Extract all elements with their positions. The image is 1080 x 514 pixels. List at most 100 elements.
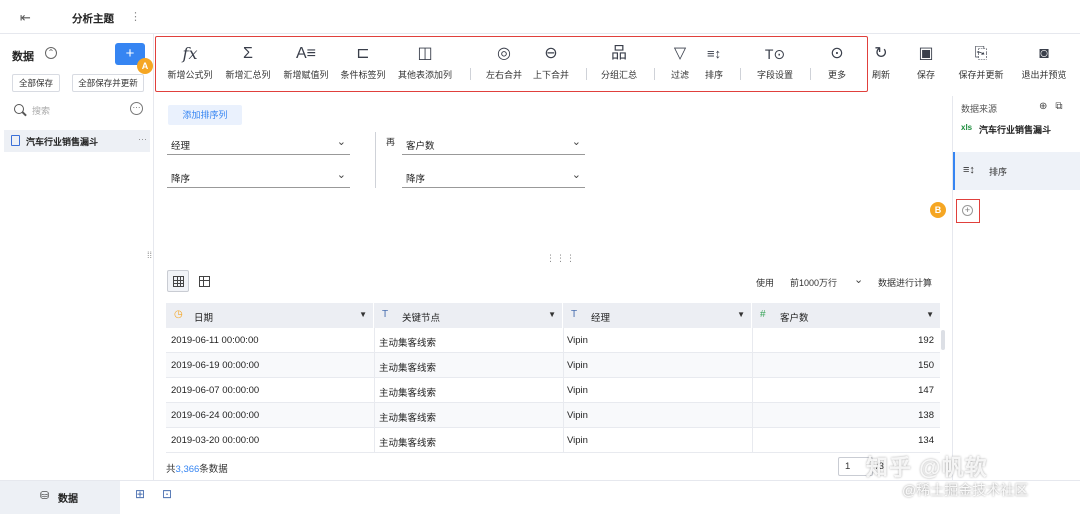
field-settings-button[interactable]: T⊙ 字段设置 bbox=[752, 44, 798, 81]
column-name: 客户数 bbox=[780, 313, 809, 324]
save-icon: ▣ bbox=[918, 45, 934, 62]
cell-date: 2019-06-07 00:00:00 bbox=[171, 385, 260, 396]
more-circle-icon: ⊙ bbox=[830, 45, 844, 62]
grid-view-button[interactable] bbox=[167, 270, 189, 292]
table-header: ◷ 日期 ▼ T 关键节点 ▼ T 经理 ▼ # 客户数 ▼ bbox=[166, 303, 940, 328]
table-scrollbar[interactable] bbox=[941, 330, 945, 350]
sort-order-select-2[interactable]: 降序 ⌄ bbox=[402, 166, 585, 188]
add-column-from-table-button[interactable]: ◫ 其他表添加列 bbox=[394, 44, 456, 81]
cell-manager: Vipin bbox=[567, 410, 588, 421]
add-summary-column-button[interactable]: Σ 新增汇总列 bbox=[221, 44, 275, 81]
save-button[interactable]: ▣ 保存 bbox=[912, 44, 940, 81]
add-step-button[interactable]: + bbox=[956, 199, 980, 223]
tool-label: 分组汇总 bbox=[600, 70, 637, 80]
add-component-icon[interactable]: ⊞ bbox=[135, 487, 145, 501]
add-dashboard-icon[interactable]: ⊡ bbox=[162, 487, 172, 501]
exit-and-preview-button[interactable]: ◙ 退出并预览 bbox=[1016, 44, 1072, 81]
cell-customers: 150 bbox=[918, 360, 934, 371]
row-count: 共3,366条数据 bbox=[166, 461, 228, 475]
tool-label: 条件标签列 bbox=[340, 70, 386, 80]
column-header-manager[interactable]: T 经理 ▼ bbox=[563, 303, 752, 328]
exit-icon[interactable]: ⇤ bbox=[20, 10, 31, 26]
sidebar-title: 数据 bbox=[12, 51, 34, 63]
caret-down-icon[interactable]: ▼ bbox=[926, 310, 934, 319]
search-input[interactable]: 搜索 bbox=[32, 104, 50, 117]
clock-icon: ◷ bbox=[174, 309, 183, 320]
sort-divider bbox=[375, 132, 376, 188]
filter-button[interactable]: ▽ 过滤 bbox=[664, 44, 696, 81]
select-value: 客户数 bbox=[406, 141, 435, 152]
toolbar-divider bbox=[586, 68, 587, 80]
caret-down-icon[interactable]: ▼ bbox=[359, 310, 367, 319]
column-divider bbox=[752, 328, 753, 353]
column-header-node[interactable]: T 关键节点 ▼ bbox=[374, 303, 563, 328]
flag-icon: ⊏ bbox=[356, 45, 370, 62]
caret-down-icon[interactable]: ▼ bbox=[548, 310, 556, 319]
column-divider bbox=[563, 378, 564, 403]
merge-horizontal-icon: ◎ bbox=[497, 45, 511, 62]
panel-resize-handle[interactable]: ⋮⋮⋮ bbox=[546, 253, 576, 264]
chevron-down-icon: ⌄ bbox=[571, 169, 581, 181]
table-view-button[interactable] bbox=[196, 273, 212, 289]
add-formula-column-button[interactable]: fx 新增公式列 bbox=[163, 44, 217, 81]
cell-date: 2019-06-24 00:00:00 bbox=[171, 410, 260, 421]
tool-label: 保存并更新 bbox=[958, 70, 1004, 80]
column-header-customers[interactable]: # 客户数 ▼ bbox=[752, 303, 940, 328]
sort-order-select-1[interactable]: 降序 ⌄ bbox=[167, 166, 350, 188]
column-divider bbox=[563, 328, 564, 353]
tool-label: 过滤 bbox=[670, 70, 689, 80]
table-row: 2019-06-07 00:00:00 主动集客线索 Vipin 147 bbox=[166, 378, 940, 403]
chevron-down-icon[interactable]: ⌄ bbox=[854, 273, 863, 286]
more-options-icon[interactable]: ··· bbox=[130, 102, 143, 115]
calc-label: 数据进行计算 bbox=[878, 278, 933, 288]
save-update-all-button[interactable]: 全部保存并更新 bbox=[72, 74, 144, 92]
left-right-merge-button[interactable]: ◎ 左右合并 bbox=[481, 44, 527, 81]
collapse-icon[interactable]: ⌃ bbox=[45, 47, 57, 59]
sort-step[interactable]: ≡↕ 排序 bbox=[953, 152, 1080, 190]
column-divider bbox=[752, 353, 753, 378]
assign-icon: A≡ bbox=[295, 45, 316, 62]
condition-label-column-button[interactable]: ⊏ 条件标签列 bbox=[336, 44, 390, 81]
cell-node: 主动集客线索 bbox=[379, 413, 437, 424]
merge-vertical-icon: ⊖ bbox=[544, 45, 558, 62]
source-table-name: 汽车行业销售漏斗 bbox=[979, 125, 1052, 135]
source-action-icons[interactable]: ⊕⧉ bbox=[1039, 101, 1071, 112]
cell-date: 2019-06-11 00:00:00 bbox=[171, 335, 259, 346]
caret-down-icon[interactable]: ▼ bbox=[737, 310, 745, 319]
refresh-button[interactable]: ↻ 刷新 bbox=[869, 44, 893, 81]
table-name: 汽车行业销售漏斗 bbox=[26, 137, 99, 147]
table-row: 2019-03-20 00:00:00 主动集客线索 Vipin 134 bbox=[166, 428, 940, 453]
item-more-icon[interactable]: ··· bbox=[138, 134, 147, 144]
more-button[interactable]: ⊙ 更多 bbox=[821, 44, 853, 81]
sort-field-select-2[interactable]: 客户数 ⌄ bbox=[402, 133, 585, 155]
column-header-date[interactable]: ◷ 日期 ▼ bbox=[166, 303, 374, 328]
table-icon bbox=[11, 135, 20, 146]
sort-button[interactable]: ≡↕ 排序 bbox=[698, 44, 730, 81]
table-row: 2019-06-19 00:00:00 主动集客线索 Vipin 150 bbox=[166, 353, 940, 378]
add-assign-column-button[interactable]: A≡ 新增赋值列 bbox=[279, 44, 333, 81]
add-sort-column-button[interactable]: 添加排序列 bbox=[168, 105, 242, 125]
save-all-button[interactable]: 全部保存 bbox=[12, 74, 60, 92]
column-divider bbox=[752, 428, 753, 453]
tab-data[interactable]: ⛁ 数据 bbox=[0, 481, 120, 514]
search-icon bbox=[14, 104, 24, 114]
column-name: 关键节点 bbox=[402, 313, 441, 324]
column-divider bbox=[374, 353, 375, 378]
save-and-update-button[interactable]: ⎘ 保存并更新 bbox=[954, 44, 1008, 81]
column-name: 日期 bbox=[194, 313, 214, 324]
watermark-zhihu: 知乎 @帆软 bbox=[866, 455, 988, 480]
tool-label: 新增汇总列 bbox=[225, 70, 271, 80]
more-vertical-icon[interactable]: ⋮ bbox=[130, 10, 141, 23]
sidebar-resize-handle[interactable]: ⁞⁞ bbox=[147, 250, 152, 260]
column-divider bbox=[563, 353, 564, 378]
cell-manager: Vipin bbox=[567, 360, 588, 371]
up-down-merge-button[interactable]: ⊖ 上下合并 bbox=[528, 44, 574, 81]
group-summary-button[interactable]: 品 分组汇总 bbox=[596, 44, 642, 81]
row-limit-select[interactable]: 前1000万行 bbox=[790, 276, 837, 289]
toolbar-divider bbox=[470, 68, 471, 80]
sort-field-select-1[interactable]: 经理 ⌄ bbox=[167, 133, 350, 155]
table-list-item[interactable]: 汽车行业销售漏斗 ··· bbox=[4, 130, 150, 152]
then-label: 再 bbox=[386, 137, 396, 147]
refresh-icon: ↻ bbox=[874, 45, 888, 62]
formula-icon: fx bbox=[182, 44, 198, 63]
